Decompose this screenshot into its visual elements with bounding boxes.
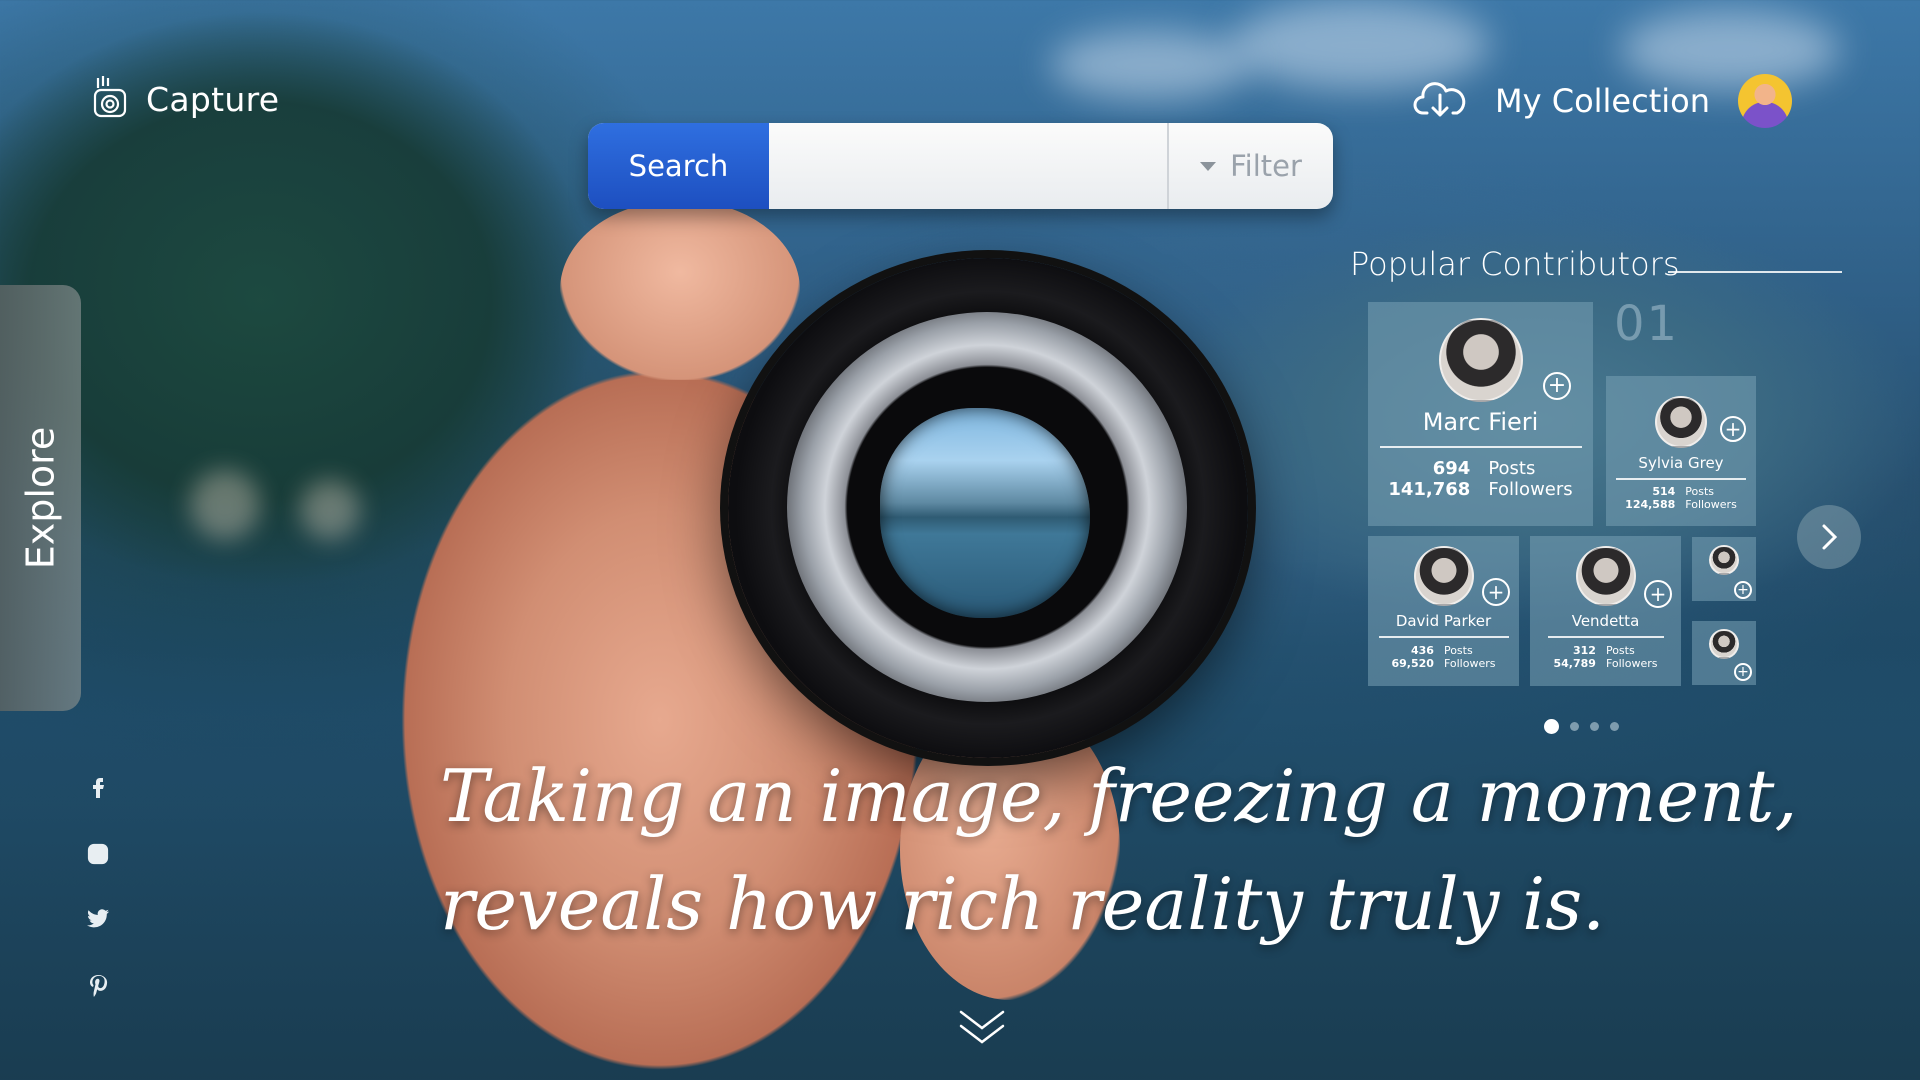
search-input[interactable]	[769, 123, 1167, 209]
contributor-avatar	[1709, 629, 1739, 659]
contributor-card[interactable]: + Vendetta 312 Posts 54,789 Followers	[1530, 536, 1681, 686]
my-collection-link[interactable]: My Collection	[1495, 82, 1710, 120]
instagram-icon[interactable]	[84, 840, 112, 868]
camera-hand-icon	[92, 74, 128, 125]
user-avatar[interactable]	[1738, 74, 1792, 128]
pagination-dot[interactable]	[1590, 722, 1599, 731]
thumb-image	[560, 200, 800, 380]
followers-label: Followers	[1443, 657, 1496, 670]
posts-count: 312	[1572, 644, 1596, 657]
contributor-avatar	[1413, 546, 1474, 606]
carousel-pagination	[1544, 719, 1619, 734]
contributor-card[interactable]: + Marc Fieri 694 Posts 141,768 Followers	[1368, 302, 1593, 526]
followers-count: 124,588	[1625, 498, 1676, 511]
filter-dropdown[interactable]: Filter	[1167, 123, 1333, 209]
posts-label: Posts	[1685, 485, 1715, 498]
contributor-card[interactable]: + Sylvia Grey 514 Posts 124,588 Follower…	[1606, 376, 1756, 526]
pagination-dot[interactable]	[1544, 719, 1559, 734]
add-contributor-button[interactable]: +	[1644, 580, 1672, 608]
background-light	[190, 470, 260, 540]
explore-label: Explore	[18, 426, 63, 570]
contributor-card[interactable]: + David Parker 436 Posts 69,520 Follower…	[1368, 536, 1519, 686]
title-divider	[1668, 271, 1842, 273]
followers-count: 141,768	[1388, 479, 1471, 500]
followers-label: Followers	[1685, 498, 1737, 511]
posts-count: 436	[1410, 644, 1434, 657]
pagination-dot[interactable]	[1570, 722, 1579, 731]
posts-label: Posts	[1605, 644, 1635, 657]
header-actions: My Collection	[1413, 74, 1792, 128]
contributor-avatar	[1709, 545, 1739, 575]
contributor-avatar	[1438, 318, 1523, 402]
filter-label: Filter	[1230, 149, 1302, 183]
quote-line: reveals how rich reality truly is.	[440, 862, 1606, 946]
card-divider	[1616, 478, 1746, 480]
add-contributor-button[interactable]: +	[1482, 578, 1510, 606]
brand-logo[interactable]: Capture	[92, 74, 279, 125]
quote-line: Taking an image, freezing a moment,	[440, 754, 1798, 838]
scroll-down-icon[interactable]	[957, 1008, 1007, 1048]
add-contributor-button[interactable]: +	[1720, 416, 1746, 442]
hero-quote: Taking an image, freezing a moment, reve…	[440, 742, 1798, 958]
followers-count: 54,789	[1553, 657, 1596, 670]
add-contributor-button[interactable]: +	[1734, 663, 1752, 681]
card-divider	[1378, 636, 1509, 638]
posts-label: Posts	[1443, 644, 1473, 657]
caret-down-icon	[1200, 161, 1217, 171]
pinterest-icon[interactable]	[84, 971, 112, 999]
followers-label: Followers	[1488, 479, 1573, 500]
brand-name: Capture	[146, 80, 280, 119]
add-contributor-button[interactable]: +	[1734, 581, 1752, 599]
posts-count: 514	[1652, 485, 1676, 498]
chevron-right-icon	[1822, 524, 1838, 550]
pagination-dot[interactable]	[1610, 722, 1619, 731]
add-contributor-button[interactable]: +	[1543, 372, 1571, 400]
next-contributors-button[interactable]	[1797, 505, 1861, 569]
followers-label: Followers	[1605, 657, 1658, 670]
search-button[interactable]: Search	[588, 123, 769, 209]
posts-label: Posts	[1488, 458, 1536, 479]
contributor-avatar	[1575, 546, 1636, 606]
posts-count: 694	[1432, 458, 1471, 479]
contributor-name: Sylvia Grey	[1638, 454, 1724, 472]
twitter-icon[interactable]	[84, 904, 112, 932]
contributor-card-small[interactable]: +	[1692, 621, 1756, 685]
contributor-avatar	[1655, 396, 1707, 448]
facebook-icon[interactable]	[84, 772, 112, 800]
followers-count: 69,520	[1391, 657, 1434, 670]
page-index: 01	[1614, 296, 1680, 352]
card-divider	[1547, 636, 1664, 638]
explore-tab[interactable]: Explore	[0, 285, 81, 711]
background-cloud	[1050, 30, 1250, 100]
lens-lake-view-image	[880, 408, 1090, 618]
contributor-name: Vendetta	[1571, 612, 1640, 630]
cloud-download-icon[interactable]	[1413, 79, 1467, 124]
contributor-name: Marc Fieri	[1422, 408, 1539, 436]
contributor-card-small[interactable]: +	[1692, 537, 1756, 601]
card-divider	[1379, 446, 1582, 448]
contributor-name: David Parker	[1395, 612, 1492, 630]
popular-contributors-title: Popular Contributors	[1350, 245, 1680, 283]
search-bar: Search Filter	[588, 123, 1333, 209]
